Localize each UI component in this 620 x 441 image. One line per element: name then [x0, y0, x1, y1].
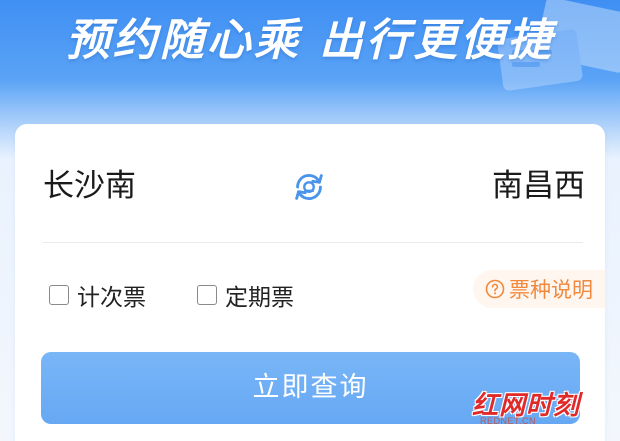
- divider: [43, 242, 583, 243]
- option-period-ticket[interactable]: 定期票: [197, 280, 294, 311]
- header-banner: 预约随心乘 出行更便捷: [0, 0, 620, 120]
- help-label: 票种说明: [509, 278, 593, 302]
- count-ticket-label: 计次票: [77, 285, 146, 311]
- watermark-logo: 红网时刻 REDNET.CN: [470, 385, 610, 435]
- arrival-station[interactable]: 南昌西: [492, 166, 585, 206]
- ticket-type-help-link[interactable]: 票种说明: [473, 270, 605, 308]
- watermark-url: REDNET.CN: [480, 416, 537, 426]
- banner-title: 预约随心乘 出行更便捷: [65, 15, 555, 66]
- period-ticket-checkbox[interactable]: [197, 285, 217, 305]
- option-count-ticket[interactable]: 计次票: [49, 280, 146, 311]
- period-ticket-label: 定期票: [225, 285, 294, 311]
- swap-stations-icon[interactable]: [290, 168, 328, 206]
- count-ticket-checkbox[interactable]: [49, 285, 69, 305]
- departure-station[interactable]: 长沙南: [43, 166, 136, 206]
- question-circle-icon: [485, 279, 505, 299]
